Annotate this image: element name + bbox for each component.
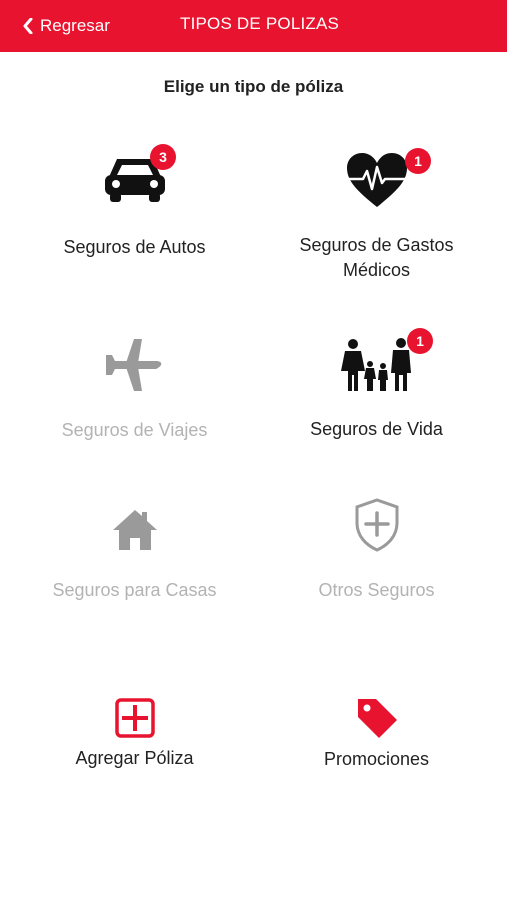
house-icon <box>112 510 157 550</box>
promotions-button[interactable]: Promociones <box>250 690 503 780</box>
add-policy-button[interactable]: Agregar Póliza <box>8 690 261 780</box>
action-label: Promociones <box>323 749 430 769</box>
page-title: TIPOS DE POLIZAS <box>180 14 340 33</box>
tile-label: Seguros de Autos <box>63 237 206 257</box>
tile-label: Seguros para Casas <box>52 580 217 600</box>
heart-pulse-icon <box>346 153 407 207</box>
action-label: Agregar Póliza <box>75 748 194 768</box>
shield-plus-icon <box>355 498 398 552</box>
add-square-icon <box>114 698 155 738</box>
tile-label: Seguros de Gastos Médicos <box>299 235 454 280</box>
tile-otros-seguros[interactable]: Otros Seguros <box>250 490 503 610</box>
tag-icon <box>357 699 397 738</box>
notification-badge: 3 <box>150 144 176 170</box>
tile-seguros-gastos-medicos[interactable]: 1 Seguros de Gastos Médicos <box>250 140 503 285</box>
notification-badge: 1 <box>405 148 431 174</box>
tile-label: Otros Seguros <box>318 580 435 600</box>
back-label: Regresar <box>40 16 110 35</box>
tile-label: Seguros de Vida <box>310 419 443 439</box>
tile-seguros-autos[interactable]: 3 Seguros de Autos <box>8 140 261 270</box>
back-button[interactable]: Regresar <box>22 14 110 38</box>
tile-seguros-viajes[interactable]: Seguros de Viajes <box>8 330 261 450</box>
tile-seguros-casas[interactable]: Seguros para Casas <box>8 495 261 610</box>
notification-badge: 1 <box>407 328 433 354</box>
tile-label: Seguros de Viajes <box>61 420 208 440</box>
subtitle: Elige un tipo de póliza <box>163 77 344 96</box>
header-bar: Regresar TIPOS DE POLIZAS <box>0 0 507 52</box>
airplane-icon <box>105 339 161 391</box>
chevron-left-icon <box>23 18 33 34</box>
tile-seguros-vida[interactable]: 1 Seguros de Vida <box>250 325 503 450</box>
family-icon <box>340 338 411 391</box>
